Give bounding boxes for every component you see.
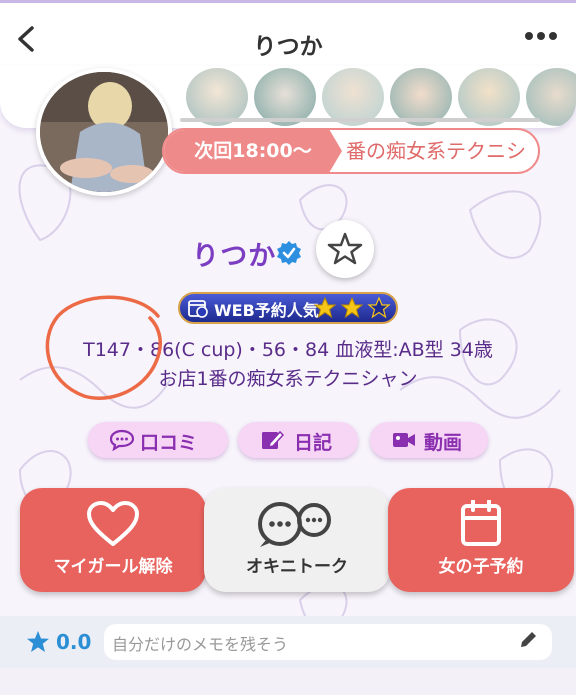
edit-note-icon (262, 430, 284, 449)
scrolling-catchphrase: 番の痴女系テクニシ (346, 139, 526, 163)
avatar[interactable] (36, 68, 172, 196)
heart-icon (87, 501, 139, 546)
web-reservation-popularity-badge: WEB予約人気 (178, 292, 398, 324)
star-outline-icon (327, 232, 363, 265)
rating-value: 0.0 (56, 630, 92, 654)
favorite-talk-button[interactable]: オキニトーク (204, 488, 390, 592)
reserve-label: 女の子予約 (438, 557, 524, 577)
verified-badge-icon (277, 241, 301, 265)
next-time-label: 次回18:00〜 (164, 130, 342, 172)
rating-star-icon (27, 631, 49, 652)
reserve-button[interactable]: 女の子予約 (388, 488, 574, 592)
popularity-stars (313, 296, 391, 319)
more-options-icon[interactable] (524, 29, 558, 43)
top-bar: りつか (0, 0, 576, 76)
memo-placeholder: 自分だけのメモを残そう (112, 635, 289, 654)
favorite-talk-label: オキニトーク (246, 557, 348, 577)
video-camera-icon (393, 433, 415, 447)
web-badge-label: WEB予約人気 (214, 301, 319, 320)
diary-label: 日記 (294, 432, 333, 454)
calendar-clock-icon (188, 300, 208, 318)
next-schedule-banner[interactable]: 次回18:00〜 番の痴女系テクニシ (162, 128, 540, 174)
page-title: りつか (253, 34, 323, 60)
my-girl-remove-label: マイガール解除 (53, 557, 173, 577)
chat-bubbles-icon (258, 502, 331, 547)
reviews-button[interactable]: 口コミ (88, 422, 228, 458)
pencil-icon[interactable] (518, 630, 538, 650)
chat-bubble-icon (110, 429, 134, 451)
my-girl-remove-button[interactable]: マイガール解除 (20, 488, 206, 592)
video-button[interactable]: 動画 (370, 422, 488, 458)
video-label: 動画 (424, 432, 463, 454)
calendar-icon (461, 500, 501, 546)
bottom-strip (0, 668, 576, 695)
hand-drawn-circle-annotation (45, 295, 163, 400)
favorite-star-button[interactable] (316, 220, 374, 278)
reviews-label: 口コミ (140, 432, 198, 454)
thumbnail-scrollbar (180, 118, 540, 122)
diary-button[interactable]: 日記 (238, 422, 358, 458)
girl-name: りつか (192, 241, 277, 272)
